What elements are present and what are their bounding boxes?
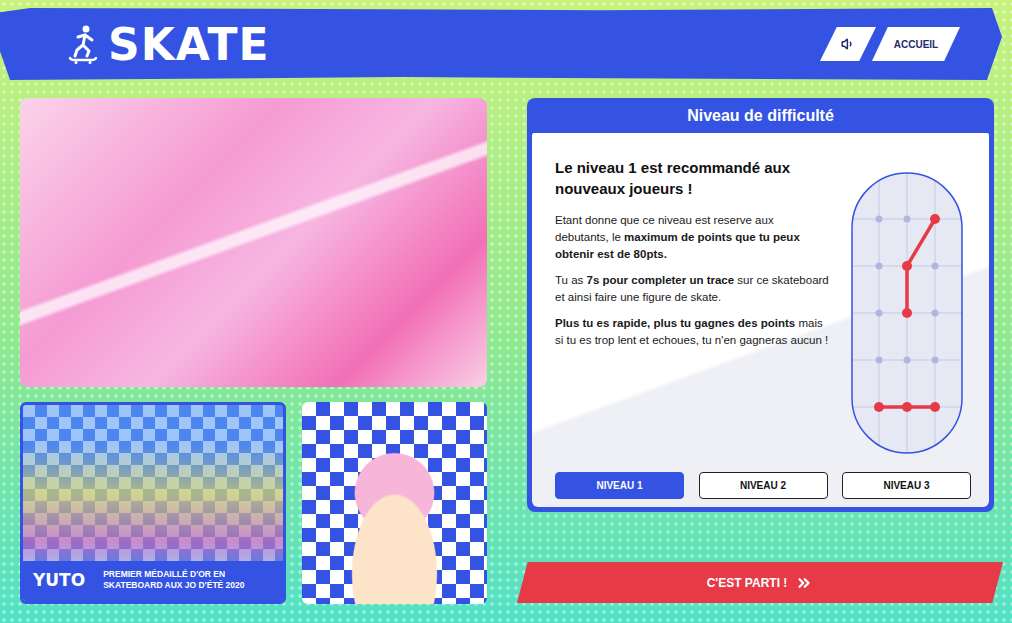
difficulty-panel: Niveau de difficulté Le niveau 1 est reco… [527, 98, 994, 512]
trace-line [907, 219, 935, 313]
chevrons-right-icon [795, 574, 813, 592]
card-row: YUTO PREMIER MÉDAILLÉ D'OR EN SKATEBOARD … [20, 402, 487, 604]
panel-content: Le niveau 1 est recommandé aux nouveaux … [555, 157, 971, 458]
skate-page: SKATE ACCUEIL YUTO PREMIER MÉDAILLÉ D'OR EN… [0, 0, 1012, 623]
skater-icon [66, 24, 100, 64]
portrait-illustration [302, 402, 487, 604]
logo-title: SKATE [108, 19, 270, 70]
description-paragraph: Plus tu es rapide, plus tu gagnes des po… [555, 315, 829, 349]
level-tabs: NIVEAU 1 NIVEAU 2 NIVEAU 3 [555, 472, 971, 499]
description-paragraph: Etant donne que ce niveau est reserve au… [555, 212, 829, 263]
panel-body: Le niveau 1 est recommandé aux nouveaux … [532, 133, 989, 507]
logo: SKATE [66, 19, 270, 70]
athlete-caption: YUTO PREMIER MÉDAILLÉ D'OR EN SKATEBOARD … [23, 561, 283, 601]
main: YUTO PREMIER MÉDAILLÉ D'OR EN SKATEBOARD … [0, 80, 1012, 604]
athlete-name: YUTO [33, 570, 85, 590]
nav: ACCUEIL [820, 27, 960, 61]
side-column: Niveau de difficulté Le niveau 1 est reco… [527, 98, 994, 604]
header-bar: SKATE ACCUEIL [0, 8, 1002, 80]
panel-title: Niveau de difficulté [532, 98, 989, 133]
start-button[interactable]: C'EST PARTI ! [517, 562, 1003, 603]
grid-dot[interactable] [876, 216, 883, 223]
level-button[interactable]: NIVEAU 2 [699, 472, 828, 499]
text-segment: Tu as [555, 274, 587, 286]
grid-dot[interactable] [932, 263, 939, 270]
athlete-card: YUTO PREMIER MÉDAILLÉ D'OR EN SKATEBOARD … [20, 402, 286, 604]
grid-dot[interactable] [932, 357, 939, 364]
grid-dot[interactable] [876, 357, 883, 364]
nav-button[interactable]: ACCUEIL [872, 27, 960, 61]
board-wrap [851, 172, 963, 458]
grid-dot[interactable] [876, 310, 883, 317]
grid-dot[interactable] [904, 357, 911, 364]
sample-line [879, 405, 935, 409]
level-description: Le niveau 1 est recommandé aux nouveaux … [555, 157, 829, 458]
text-segment: Plus tu es rapide, plus tu gagnes des po… [555, 317, 795, 329]
skateboard-board[interactable] [851, 172, 963, 454]
sound-button[interactable] [820, 27, 876, 61]
speaker-icon [841, 37, 855, 51]
gallery: YUTO PREMIER MÉDAILLÉ D'OR EN SKATEBOARD … [20, 98, 487, 604]
athlete-caption-text: PREMIER MÉDAILLÉ D'OR EN SKATEBOARD AUX … [103, 569, 263, 591]
grid-dot[interactable] [904, 216, 911, 223]
hero-illustration [20, 98, 487, 387]
description-paragraph: Tu as 7s pour completer un trace sur ce … [555, 272, 829, 306]
level-button[interactable]: NIVEAU 3 [842, 472, 971, 499]
grid-dot[interactable] [932, 310, 939, 317]
level-heading: Le niveau 1 est recommandé aux nouveaux … [555, 157, 829, 199]
text-segment: 7s pour completer un trace [587, 274, 735, 286]
grid-dot[interactable] [876, 263, 883, 270]
level-button[interactable]: NIVEAU 1 [555, 472, 684, 499]
